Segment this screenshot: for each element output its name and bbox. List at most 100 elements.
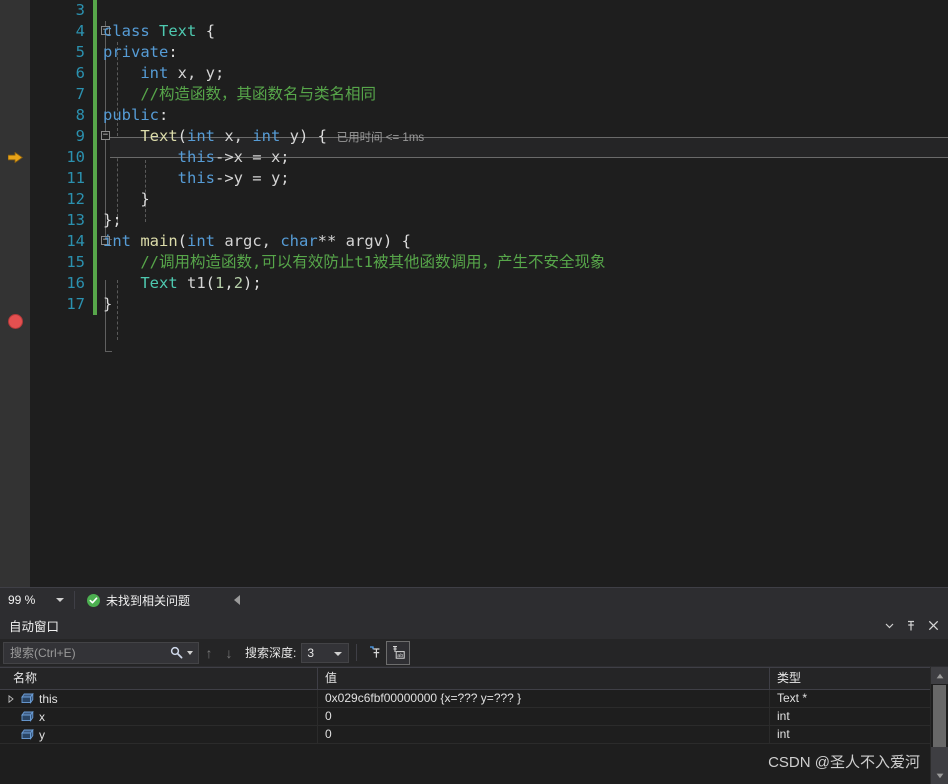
search-prev-arrow-up-icon[interactable]: ↑ — [199, 642, 219, 664]
cell-value[interactable]: 0 — [318, 726, 770, 743]
code-line-12[interactable]: 12 } — [30, 189, 948, 210]
line-number: 16 — [66, 274, 85, 292]
issue-status-text: 未找到相关问题 — [106, 593, 191, 608]
code-line-8[interactable]: 8 public: — [30, 105, 948, 126]
line-number: 11 — [66, 169, 85, 187]
editor-indicator-margin[interactable] — [0, 0, 30, 587]
column-header-type[interactable]: 类型 — [770, 668, 930, 689]
line-number: 4 — [75, 22, 85, 40]
line-number: 12 — [66, 190, 85, 208]
line-number: 15 — [66, 253, 85, 271]
pin-variable-icon[interactable] — [364, 642, 386, 664]
scrollbar-track[interactable] — [931, 747, 948, 767]
code-line-13[interactable]: 13}; — [30, 210, 948, 231]
search-next-arrow-down-icon[interactable]: ↓ — [219, 642, 239, 664]
column-header-name[interactable]: 名称 — [0, 668, 318, 689]
cell-name[interactable]: this — [0, 690, 318, 707]
search-input[interactable]: 搜索(Ctrl+E) — [3, 641, 199, 664]
search-options-chevron-down-icon[interactable] — [187, 650, 193, 655]
execution-pointer-icon — [0, 147, 30, 168]
code-text: //构造函数，其函数名与类名相同 — [140, 85, 376, 103]
autos-vertical-scrollbar[interactable] — [930, 667, 948, 784]
check-circle-icon — [87, 593, 100, 607]
grid-header-row: 名称 值 类型 — [0, 667, 930, 690]
cell-value[interactable]: 0x029c6fbf00000000 {x=??? y=??? } — [318, 690, 770, 707]
code-line-15[interactable]: 15 //调用构造函数,可以有效防止t1被其他函数调用，产生不安全现象 — [30, 252, 948, 273]
code-text: public: — [103, 106, 169, 124]
code-text: //调用构造函数,可以有效防止t1被其他函数调用，产生不安全现象 — [140, 253, 606, 271]
collapse-left-icon[interactable] — [234, 595, 241, 605]
code-line-5[interactable]: 5 private: — [30, 42, 948, 63]
code-line-7[interactable]: 7 //构造函数，其函数名与类名相同 — [30, 84, 948, 105]
search-depth-combo[interactable]: 3 — [301, 642, 350, 663]
code-text: } — [103, 295, 113, 313]
line-number: 13 — [66, 211, 85, 229]
svg-text:ab: ab — [397, 653, 403, 659]
cell-value[interactable]: 0 — [318, 708, 770, 725]
code-text: private: — [103, 43, 178, 61]
change-bar — [93, 210, 97, 231]
code-line-16[interactable]: 16 Text t1(1,2); — [30, 273, 948, 294]
code-lines: 3 4− class Text {5 private: 6 int x, y; 7 //构… — [30, 0, 948, 315]
line-number: 10 — [66, 148, 85, 166]
codelens-elapsed-time: 已用时间 <= 1ms — [327, 132, 425, 144]
code-editor[interactable]: 3 4− class Text {5 private: 6 int x, y; 7 //构… — [0, 0, 948, 587]
line-number: 8 — [75, 106, 85, 124]
depth-chevron-down-icon — [334, 651, 343, 656]
code-line-14[interactable]: 14− int main(int argc, char** argv) { — [30, 231, 948, 252]
line-number: 17 — [66, 295, 85, 313]
variable-name: this — [39, 691, 58, 706]
table-row[interactable]: x 0 int — [0, 708, 930, 726]
change-bar — [93, 147, 97, 168]
change-bar — [93, 168, 97, 189]
fold-guide-main-end — [105, 351, 112, 352]
change-bar — [93, 0, 97, 21]
close-icon[interactable] — [922, 615, 944, 637]
breakpoint-icon[interactable] — [0, 311, 30, 332]
autos-title-text: 自动窗口 — [9, 620, 60, 634]
hex-display-toggle-icon[interactable]: ab — [386, 640, 411, 665]
code-line-3[interactable]: 3 — [30, 0, 948, 21]
code-line-9[interactable]: 9− Text(int x, int y) { 已用时间 <= 1ms — [30, 126, 948, 147]
search-placeholder: 搜索(Ctrl+E) — [10, 646, 76, 660]
code-text: Text t1(1,2); — [140, 274, 262, 292]
code-line-10[interactable]: 10 this->x = x; — [30, 147, 948, 168]
code-surface[interactable]: 3 4− class Text {5 private: 6 int x, y; 7 //构… — [30, 0, 948, 587]
expand-triangle-icon[interactable] — [4, 691, 18, 707]
scrollbar-thumb[interactable] — [933, 685, 946, 747]
search-icon[interactable] — [167, 643, 185, 663]
change-bar — [93, 21, 97, 42]
scroll-up-arrow-icon[interactable] — [931, 667, 948, 684]
code-line-6[interactable]: 6 int x, y; — [30, 63, 948, 84]
code-text: class Text { — [103, 22, 216, 40]
chevron-down-icon — [56, 598, 64, 602]
visual-studio-window: 3 4− class Text {5 private: 6 int x, y; 7 //构… — [0, 0, 948, 784]
cell-name[interactable]: y — [0, 726, 318, 743]
table-row[interactable]: this 0x029c6fbf00000000 {x=??? y=??? } Tex… — [0, 690, 930, 708]
cell-name[interactable]: x — [0, 708, 318, 725]
issue-status[interactable]: 未找到相关问题 — [75, 588, 200, 612]
column-header-value[interactable]: 值 — [318, 668, 770, 689]
cell-type: Text * — [777, 691, 808, 705]
change-bar — [93, 273, 97, 294]
autos-grid[interactable]: 名称 值 类型 this 0x029c6fbf00000000 {x=??? y=… — [0, 667, 948, 784]
zoom-level-combo[interactable]: 99 % — [0, 588, 74, 612]
line-number: 6 — [75, 64, 85, 82]
code-line-17[interactable]: 17} — [30, 294, 948, 315]
search-depth-label: 搜索深度: — [245, 646, 297, 660]
pin-icon[interactable] — [900, 615, 922, 637]
table-row[interactable]: y 0 int — [0, 726, 930, 744]
autos-title-bar[interactable]: 自动窗口 — [0, 612, 948, 639]
field-variable-icon — [18, 709, 36, 725]
zoom-level-value: 99 % — [8, 593, 36, 607]
window-menu-chevron-down-icon[interactable] — [878, 615, 900, 637]
autos-toolbar[interactable]: 搜索(Ctrl+E) ↑ ↓ 搜索深度: 3 ab — [0, 639, 948, 667]
toolbar-separator — [356, 644, 358, 661]
code-line-4[interactable]: 4− class Text { — [30, 21, 948, 42]
change-bar — [93, 294, 97, 315]
variable-name: x — [39, 709, 45, 724]
change-bar — [93, 42, 97, 63]
code-line-11[interactable]: 11 this->y = y; — [30, 168, 948, 189]
line-number: 5 — [75, 43, 85, 61]
scroll-down-arrow-icon[interactable] — [931, 767, 948, 784]
